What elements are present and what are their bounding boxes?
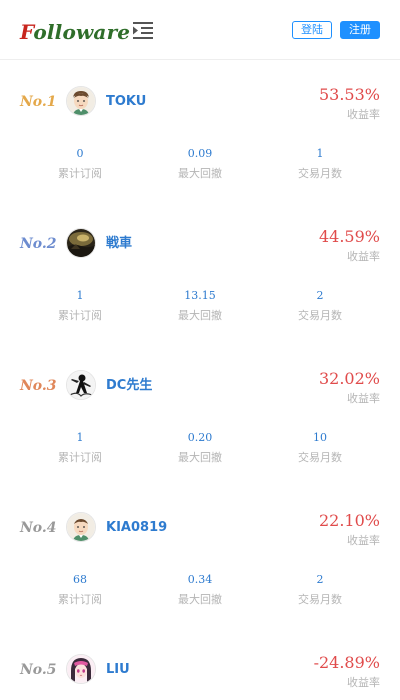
max-drawdown-label: 最大回撤 [178,167,222,180]
ranking-card[interactable]: No.3 DC先生 32.02% 收益率 1 累计订阅 0.20 最大回撤 10… [0,348,400,490]
max-drawdown-label: 最大回撤 [178,593,222,606]
stat-trading-months: 2 交易月数 [270,572,370,608]
max-drawdown-label: 最大回撤 [178,309,222,322]
ink-figure-avatar-icon[interactable] [66,370,96,400]
menu-toggle-icon[interactable] [131,20,155,42]
anime-girl-avatar-icon[interactable] [66,654,96,684]
trading-months-label: 交易月数 [298,593,342,606]
top-header: Followare 登陆 注册 [0,0,400,60]
return-rate-label: 收益率 [347,534,380,547]
trading-months-label: 交易月数 [298,451,342,464]
subscriptions-label: 累计订阅 [58,309,102,322]
stat-max-drawdown: 0.09 最大回撤 [150,146,250,182]
subscriptions-value: 0 [76,147,84,160]
stat-subscriptions: 0 累计订阅 [30,146,130,182]
rank-number: No.4 [20,520,57,536]
stat-max-drawdown: 0.34 最大回撤 [150,572,250,608]
subscriptions-label: 累计订阅 [58,451,102,464]
return-rate: 53.53% [318,85,380,104]
cartoon-boy-avatar-icon[interactable] [66,86,96,116]
logo-letter-f: F [20,20,34,44]
return-rate: 22.10% [318,511,380,530]
stat-max-drawdown: 0.20 最大回撤 [150,430,250,466]
stat-max-drawdown: 13.15 最大回撤 [150,288,250,324]
dark-landscape-avatar-icon[interactable] [66,228,96,258]
max-drawdown-label: 最大回撤 [178,451,222,464]
rank-number: No.3 [20,378,57,394]
trading-months-label: 交易月数 [298,167,342,180]
trading-months-value: 1 [316,147,324,160]
stat-trading-months: 10 交易月数 [270,430,370,466]
trader-name[interactable]: KIA0819 [106,520,167,536]
return-rate-label: 收益率 [347,250,380,263]
max-drawdown-value: 0.34 [187,573,213,586]
rank-number: No.5 [20,662,57,678]
trading-months-value: 2 [316,289,324,302]
trading-months-value: 10 [313,431,327,444]
trading-months-label: 交易月数 [298,309,342,322]
stat-trading-months: 2 交易月数 [270,288,370,324]
max-drawdown-value: 0.09 [187,147,213,160]
stat-trading-months: 1 交易月数 [270,146,370,182]
stat-subscriptions: 1 累计订阅 [30,288,130,324]
subscriptions-value: 1 [76,431,84,444]
ranking-card[interactable]: No.4 KIA0819 22.10% 收益率 68 累计订阅 0.34 最大回… [0,490,400,632]
cartoon-boy-avatar-icon[interactable] [66,512,96,542]
subscriptions-label: 累计订阅 [58,167,102,180]
subscriptions-value: 1 [76,289,84,302]
stat-subscriptions: 1 累计订阅 [30,430,130,466]
subscriptions-value: 68 [73,573,87,586]
trader-name[interactable]: 戦車 [106,236,132,252]
ranking-card[interactable]: No.1 TOKU 53.53% 收益率 0 累计订阅 0.09 最大回撤 1 … [0,64,400,206]
rank-number: No.1 [20,94,57,110]
rank-number: No.2 [20,236,57,252]
logo-text: olloware [33,20,131,44]
return-rate-label: 收益率 [347,392,380,405]
max-drawdown-value: 0.20 [187,431,213,444]
trading-months-value: 2 [316,573,324,586]
return-rate: 32.02% [318,369,380,388]
subscriptions-label: 累计订阅 [58,593,102,606]
max-drawdown-value: 13.15 [184,289,216,302]
return-rate: -24.89% [313,653,380,672]
return-rate-label: 收益率 [347,676,380,689]
return-rate-label: 收益率 [347,108,380,121]
trader-name[interactable]: DC先生 [106,378,152,394]
return-rate: 44.59% [318,227,380,246]
stat-subscriptions: 68 累计订阅 [30,572,130,608]
trader-name[interactable]: LIU [106,662,130,678]
register-button[interactable]: 注册 [340,21,380,39]
ranking-card[interactable]: No.2 戦車 44.59% 收益率 1 累计订阅 13.15 最大回撤 2 交… [0,206,400,348]
trader-name[interactable]: TOKU [106,94,146,110]
login-button[interactable]: 登陆 [292,21,332,39]
followare-logo[interactable]: Followare [20,20,130,44]
ranking-card[interactable]: No.5 LIU -24.89% 收益率 [0,632,400,700]
